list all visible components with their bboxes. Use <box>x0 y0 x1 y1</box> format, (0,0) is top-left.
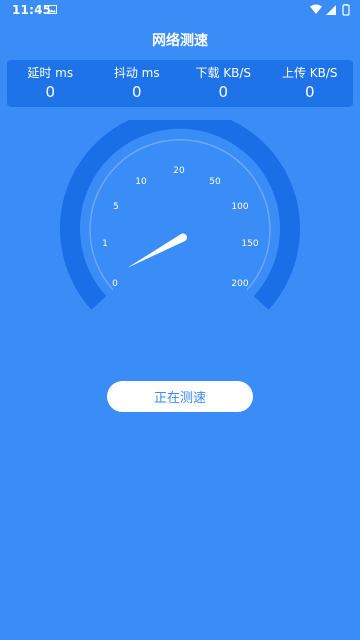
gauge-tick-0: 0 <box>112 279 118 289</box>
stat-latency-label: 延时 ms <box>27 66 74 80</box>
stat-upload: 上传 KB/S 0 <box>267 60 354 107</box>
gauge-tick-100: 100 <box>231 202 248 212</box>
status-icons <box>310 4 350 16</box>
stat-download-value: 0 <box>218 83 229 101</box>
gauge-tick-5: 5 <box>113 202 119 212</box>
speed-gauge: 0 1 5 10 20 50 100 150 200 <box>60 120 300 310</box>
gauge-tick-10: 10 <box>135 177 147 187</box>
stat-upload-value: 0 <box>304 83 315 101</box>
battery-icon <box>342 4 350 16</box>
stat-upload-label: 上传 KB/S <box>281 66 338 80</box>
stat-download-label: 下载 KB/S <box>195 66 252 80</box>
status-time: 11:45 <box>12 3 52 17</box>
gauge-tick-20: 20 <box>173 166 185 176</box>
stat-jitter: 抖动 ms 0 <box>94 60 181 107</box>
stat-jitter-value: 0 <box>131 83 142 101</box>
testing-button[interactable]: 正在测速 <box>107 381 253 412</box>
stat-latency-value: 0 <box>45 83 56 101</box>
gauge-tick-200: 200 <box>231 279 248 289</box>
stat-jitter-label: 抖动 ms <box>113 66 160 80</box>
gauge-inner-ring <box>89 139 271 291</box>
stat-latency: 延时 ms 0 <box>7 60 94 107</box>
stat-download: 下载 KB/S 0 <box>180 60 267 107</box>
gauge-tick-1: 1 <box>102 239 108 249</box>
status-bar: 11:45 <box>0 0 360 20</box>
image-notification-icon <box>48 5 57 14</box>
gauge-tick-50: 50 <box>209 177 221 187</box>
cellular-signal-icon <box>326 5 336 15</box>
page-title: 网络测速 <box>152 33 208 49</box>
wifi-icon <box>310 4 322 14</box>
gauge-tick-150: 150 <box>241 239 258 249</box>
gauge-needle <box>127 233 188 268</box>
stats-panel: 延时 ms 0 抖动 ms 0 下载 KB/S 0 上传 KB/S 0 <box>7 60 353 107</box>
